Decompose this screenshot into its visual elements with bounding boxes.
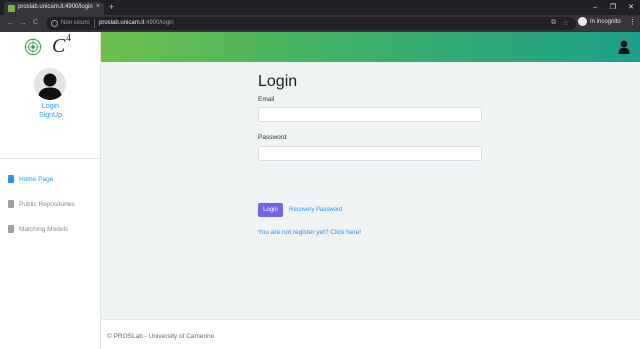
favicon-icon: [8, 5, 15, 12]
tab-title: proslab.unicam.it:4900/login: [18, 4, 93, 10]
logo-text: C: [52, 35, 66, 57]
login-button[interactable]: Login: [258, 203, 283, 217]
sidebar-item-label: Home Page: [19, 175, 54, 183]
logo-superscript: 4: [66, 33, 71, 44]
window-controls: – ❐ ✕: [586, 0, 640, 15]
bookmark-star-icon[interactable]: ☆: [563, 19, 569, 27]
top-navbar: [101, 32, 640, 62]
sidebar-item-label: Public Repositories: [19, 200, 75, 208]
incognito-label: In incognito: [590, 18, 621, 25]
password-field[interactable]: [258, 146, 482, 161]
browser-menu-icon[interactable]: ⋮: [629, 18, 636, 26]
sidebar-item-home-page[interactable]: Home Page: [8, 173, 98, 185]
page-title: Login: [258, 73, 298, 90]
brand-logo[interactable]: C 4: [0, 32, 101, 62]
sidebar-item-label: Matching Models: [19, 225, 69, 233]
incognito-badge[interactable]: In incognito: [578, 17, 621, 26]
url-host: proslab.unicam.it: [99, 20, 145, 26]
browser-tab-bar: proslab.unicam.it:4900/login × + – ❐ ✕: [0, 0, 640, 15]
close-window-icon[interactable]: ✕: [622, 0, 640, 15]
main-content: Login Email Password Login Recovery Pass…: [101, 62, 640, 319]
url-path: :4900/login: [144, 20, 174, 26]
sidebar-signup-link[interactable]: SignUp: [0, 112, 101, 119]
logo-icon: [24, 38, 42, 56]
translate-icon[interactable]: ⧉: [551, 19, 556, 27]
browser-toolbar: ← → C Non sicuro proslab.unicam.it:4900/…: [0, 15, 640, 32]
forward-arrow-icon[interactable]: →: [19, 18, 27, 28]
avatar: [34, 68, 66, 100]
back-arrow-icon[interactable]: ←: [6, 18, 14, 28]
url-text[interactable]: proslab.unicam.it:4900/login: [99, 20, 174, 26]
document-icon: [8, 225, 14, 233]
email-label: Email: [258, 96, 275, 103]
close-tab-icon[interactable]: ×: [96, 3, 100, 10]
user-avatar-icon: [38, 73, 62, 100]
footer-text: © PROSLab - University of Camerino: [107, 333, 215, 340]
sidebar-item-matching-models[interactable]: Matching Models: [8, 223, 98, 235]
sidebar-divider: [0, 158, 100, 159]
app: C 4 Login SignUp Home Page Public Reposi…: [0, 32, 640, 349]
sidebar: Login SignUp Home Page Public Repositori…: [0, 62, 101, 349]
security-label[interactable]: Non sicuro: [61, 20, 90, 26]
recovery-password-link[interactable]: Recovery Password: [289, 207, 342, 213]
document-icon: [8, 175, 14, 183]
reload-icon[interactable]: C: [33, 18, 38, 28]
sidebar-item-public-repositories[interactable]: Public Repositories: [8, 198, 98, 210]
maximize-icon[interactable]: ❐: [604, 0, 622, 15]
document-icon: [8, 200, 14, 208]
footer: © PROSLab - University of Camerino: [101, 319, 640, 349]
address-bar[interactable]: Non sicuro proslab.unicam.it:4900/login …: [46, 17, 576, 30]
sidebar-login-link[interactable]: Login: [0, 103, 101, 110]
email-field[interactable]: [258, 107, 482, 122]
incognito-icon: [578, 17, 587, 26]
user-icon[interactable]: [618, 40, 630, 54]
url-separator: [94, 19, 95, 28]
new-tab-icon[interactable]: +: [109, 2, 114, 12]
minimize-icon[interactable]: –: [586, 0, 604, 15]
password-label: Password: [258, 134, 287, 141]
info-icon[interactable]: [51, 20, 58, 27]
register-link[interactable]: You are not register yet? Click here!: [258, 229, 361, 236]
browser-tab[interactable]: proslab.unicam.it:4900/login ×: [4, 2, 104, 15]
